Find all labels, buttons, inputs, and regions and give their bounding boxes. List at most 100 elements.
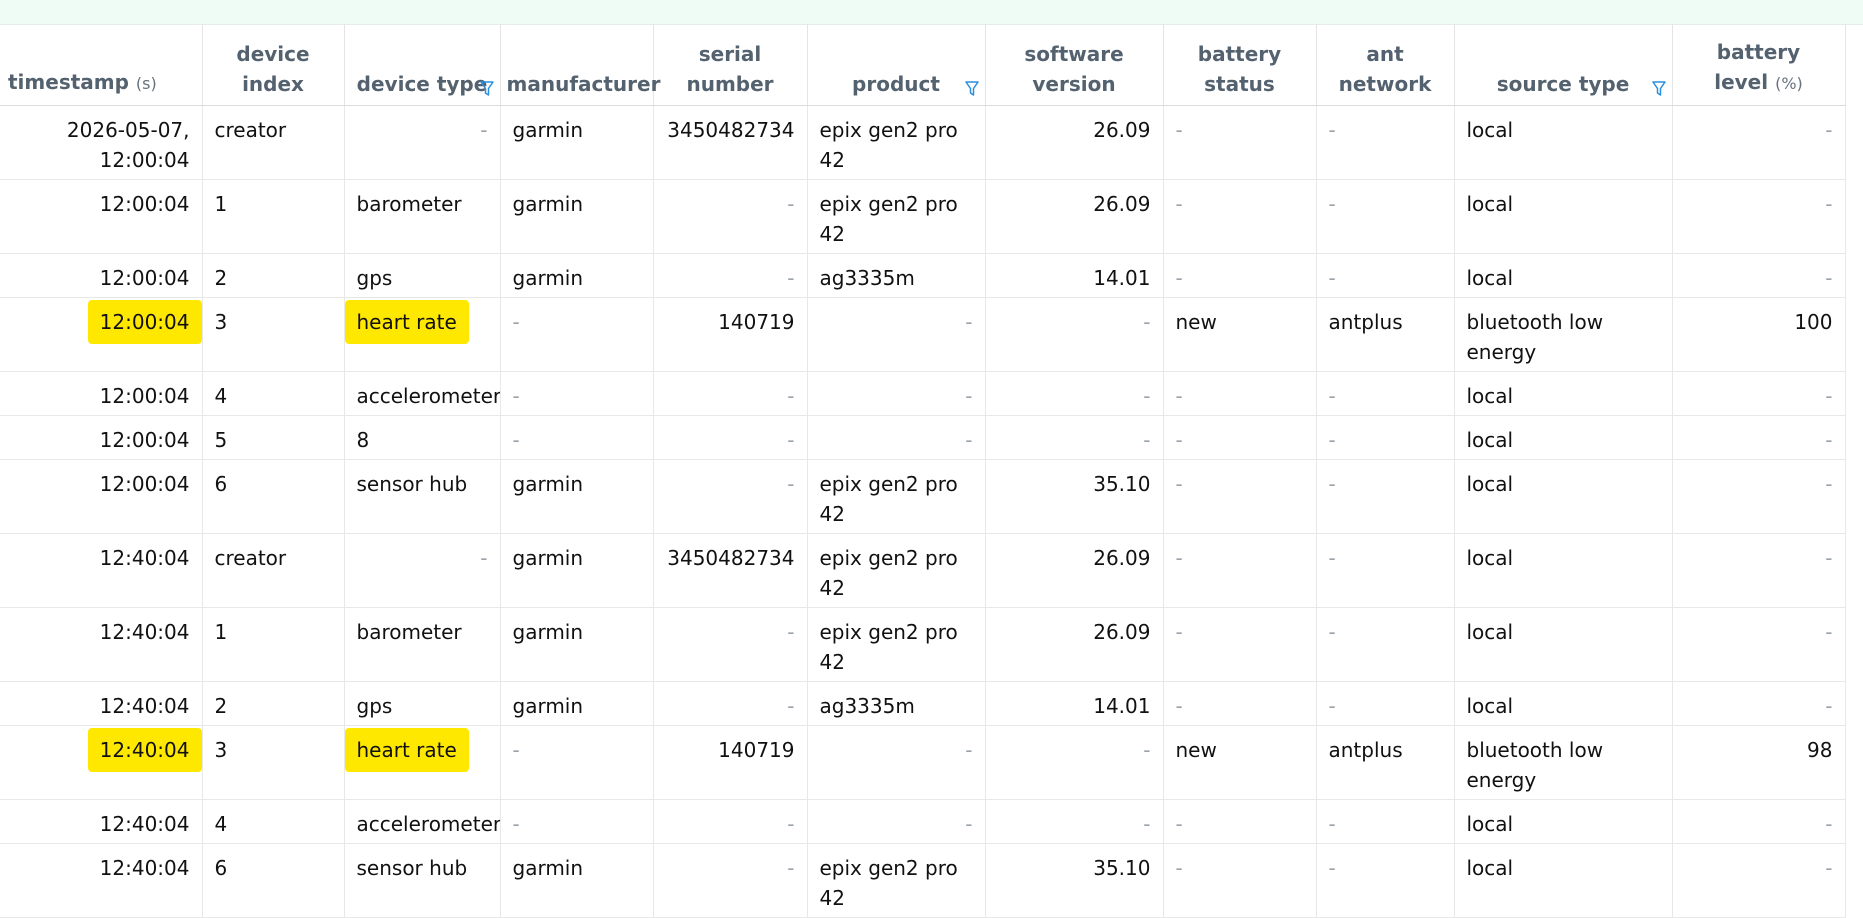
cell-source-type: local [1454, 179, 1673, 254]
cell-text: local [1466, 428, 1514, 452]
cell-ant-network: - [1316, 105, 1455, 180]
cell-timestamp: 12:00:04 [0, 297, 203, 372]
column-header-product[interactable]: product [807, 24, 986, 106]
table-row[interactable]: 12:40:04 creator - garmin 3450482734 epix gen… [0, 533, 1846, 608]
cell-text: - [787, 812, 795, 836]
cell-text: ag3335m [819, 694, 915, 718]
cell-ant-network: - [1316, 459, 1455, 534]
cell-text: local [1466, 694, 1514, 718]
cell-product: ag3335m [807, 253, 986, 298]
cell-battery-status: new [1163, 725, 1317, 800]
table-row[interactable]: 12:40:04 6 sensor hub garmin - epix gen2 pro … [0, 843, 1846, 918]
column-header-label: ant network [1338, 42, 1432, 96]
cell-timestamp: 12:00:04 [0, 253, 203, 298]
column-header-device-index[interactable]: device index [202, 24, 345, 106]
cell-device-index: 5 [202, 415, 345, 460]
cell-text: 8 [356, 428, 370, 452]
cell-text: - [1825, 812, 1833, 836]
cell-text: - [965, 738, 973, 762]
cell-text: - [1175, 472, 1183, 496]
cell-text: 140719 [718, 738, 795, 762]
cell-manufacturer: garmin [500, 179, 654, 254]
cell-serial-number: - [653, 799, 808, 844]
cell-source-type: bluetooth low energy [1454, 297, 1673, 372]
cell-text: 35.10 [1093, 856, 1151, 880]
cell-manufacturer: garmin [500, 533, 654, 608]
cell-battery-status: - [1163, 843, 1317, 918]
cell-text: - [512, 310, 520, 334]
cell-text: bluetooth low energy [1466, 738, 1604, 792]
column-header-label: battery status [1197, 42, 1282, 96]
cell-text: epix gen2 pro 42 [819, 118, 958, 172]
cell-text: - [1825, 428, 1833, 452]
cell-text: - [1143, 738, 1151, 762]
cell-text: 12:40:04 [99, 856, 190, 880]
cell-battery-level: - [1672, 179, 1846, 254]
filter-icon[interactable] [964, 81, 979, 97]
cell-text: - [1143, 428, 1151, 452]
cell-serial-number: 140719 [653, 297, 808, 372]
table-row[interactable]: 12:40:04 4 accelerometer - - - - - - local - [0, 799, 1846, 844]
cell-source-type: local [1454, 533, 1673, 608]
cell-battery-level: 98 [1672, 725, 1846, 800]
column-header-source-type[interactable]: source type [1454, 24, 1673, 106]
cell-text: new [1175, 738, 1217, 762]
cell-text: 2 [214, 694, 228, 718]
cell-serial-number: 3450482734 [653, 105, 808, 180]
cell-timestamp: 12:00:04 [0, 179, 203, 254]
cell-manufacturer: garmin [500, 253, 654, 298]
cell-timestamp: 12:40:04 [0, 843, 203, 918]
cell-battery-level: - [1672, 253, 1846, 298]
cell-text: - [512, 428, 520, 452]
column-header-software-version[interactable]: software version [985, 24, 1164, 106]
cell-text: epix gen2 pro 42 [819, 472, 958, 526]
column-header-serial-number[interactable]: serial number [653, 24, 808, 106]
cell-device-type: heart rate [344, 297, 501, 372]
filter-icon[interactable] [479, 81, 494, 97]
cell-serial-number: - [653, 607, 808, 682]
cell-text: 12:40:04 [99, 812, 190, 836]
cell-text: 6 [214, 472, 228, 496]
table-row[interactable]: 12:40:04 2 gps garmin - ag3335m 14.01- - local - [0, 681, 1846, 726]
cell-text: 98 [1807, 738, 1833, 762]
column-header-device-type[interactable]: device type [344, 24, 501, 106]
cell-text: barometer [356, 192, 462, 216]
cell-text: - [1328, 620, 1336, 644]
highlighted-text: 12:00:04 [87, 300, 201, 344]
column-header-timestamp[interactable]: timestamp (s) [0, 24, 203, 106]
cell-device-type: heart rate [344, 725, 501, 800]
cell-device-type: accelerometer [344, 799, 501, 844]
cell-text: - [512, 738, 520, 762]
table-row[interactable]: 12:00:04 5 8- - - - - - local - [0, 415, 1846, 460]
cell-battery-status: - [1163, 799, 1317, 844]
table-row[interactable]: 12:00:04 4 accelerometer - - - - - - local - [0, 371, 1846, 416]
table-row[interactable]: 12:00:04 2 gps garmin - ag3335m 14.01- - local - [0, 253, 1846, 298]
cell-text: - [1328, 118, 1336, 142]
cell-text: - [1175, 192, 1183, 216]
cell-text: - [1825, 192, 1833, 216]
table-row[interactable]: 12:00:04 3 heart rate -140719- - new antplus bl… [0, 297, 1846, 372]
cell-device-type: sensor hub [344, 459, 501, 534]
column-header-label: product [852, 72, 940, 96]
filter-icon[interactable] [1651, 81, 1666, 97]
column-header-battery-status[interactable]: battery status [1163, 24, 1317, 106]
table-row[interactable]: 2026-05-07, 12:00:04 creator - garmin 345048… [0, 105, 1846, 180]
cell-text: - [1175, 694, 1183, 718]
cell-ant-network: - [1316, 253, 1455, 298]
cell-text: 4 [214, 812, 228, 836]
cell-battery-level: - [1672, 459, 1846, 534]
cell-timestamp: 12:40:04 [0, 799, 203, 844]
cell-product: epix gen2 pro 42 [807, 533, 986, 608]
cell-text: - [1328, 384, 1336, 408]
column-header-battery-level[interactable]: battery level (%) [1672, 24, 1846, 106]
cell-product: - [807, 415, 986, 460]
table-row[interactable]: 12:00:04 1 barometer garmin - epix gen2 pro 4… [0, 179, 1846, 254]
table-row[interactable]: 12:40:04 3 heart rate -140719- - new antplus bl… [0, 725, 1846, 800]
cell-timestamp: 12:40:04 [0, 725, 203, 800]
cell-source-type: local [1454, 415, 1673, 460]
cell-software-version: - [985, 725, 1164, 800]
column-header-ant-network[interactable]: ant network [1316, 24, 1455, 106]
column-header-manufacturer[interactable]: manufacturer [500, 24, 660, 106]
table-row[interactable]: 12:00:04 6 sensor hub garmin - epix gen2 pro … [0, 459, 1846, 534]
table-row[interactable]: 12:40:04 1 barometer garmin - epix gen2 pro 4… [0, 607, 1846, 682]
